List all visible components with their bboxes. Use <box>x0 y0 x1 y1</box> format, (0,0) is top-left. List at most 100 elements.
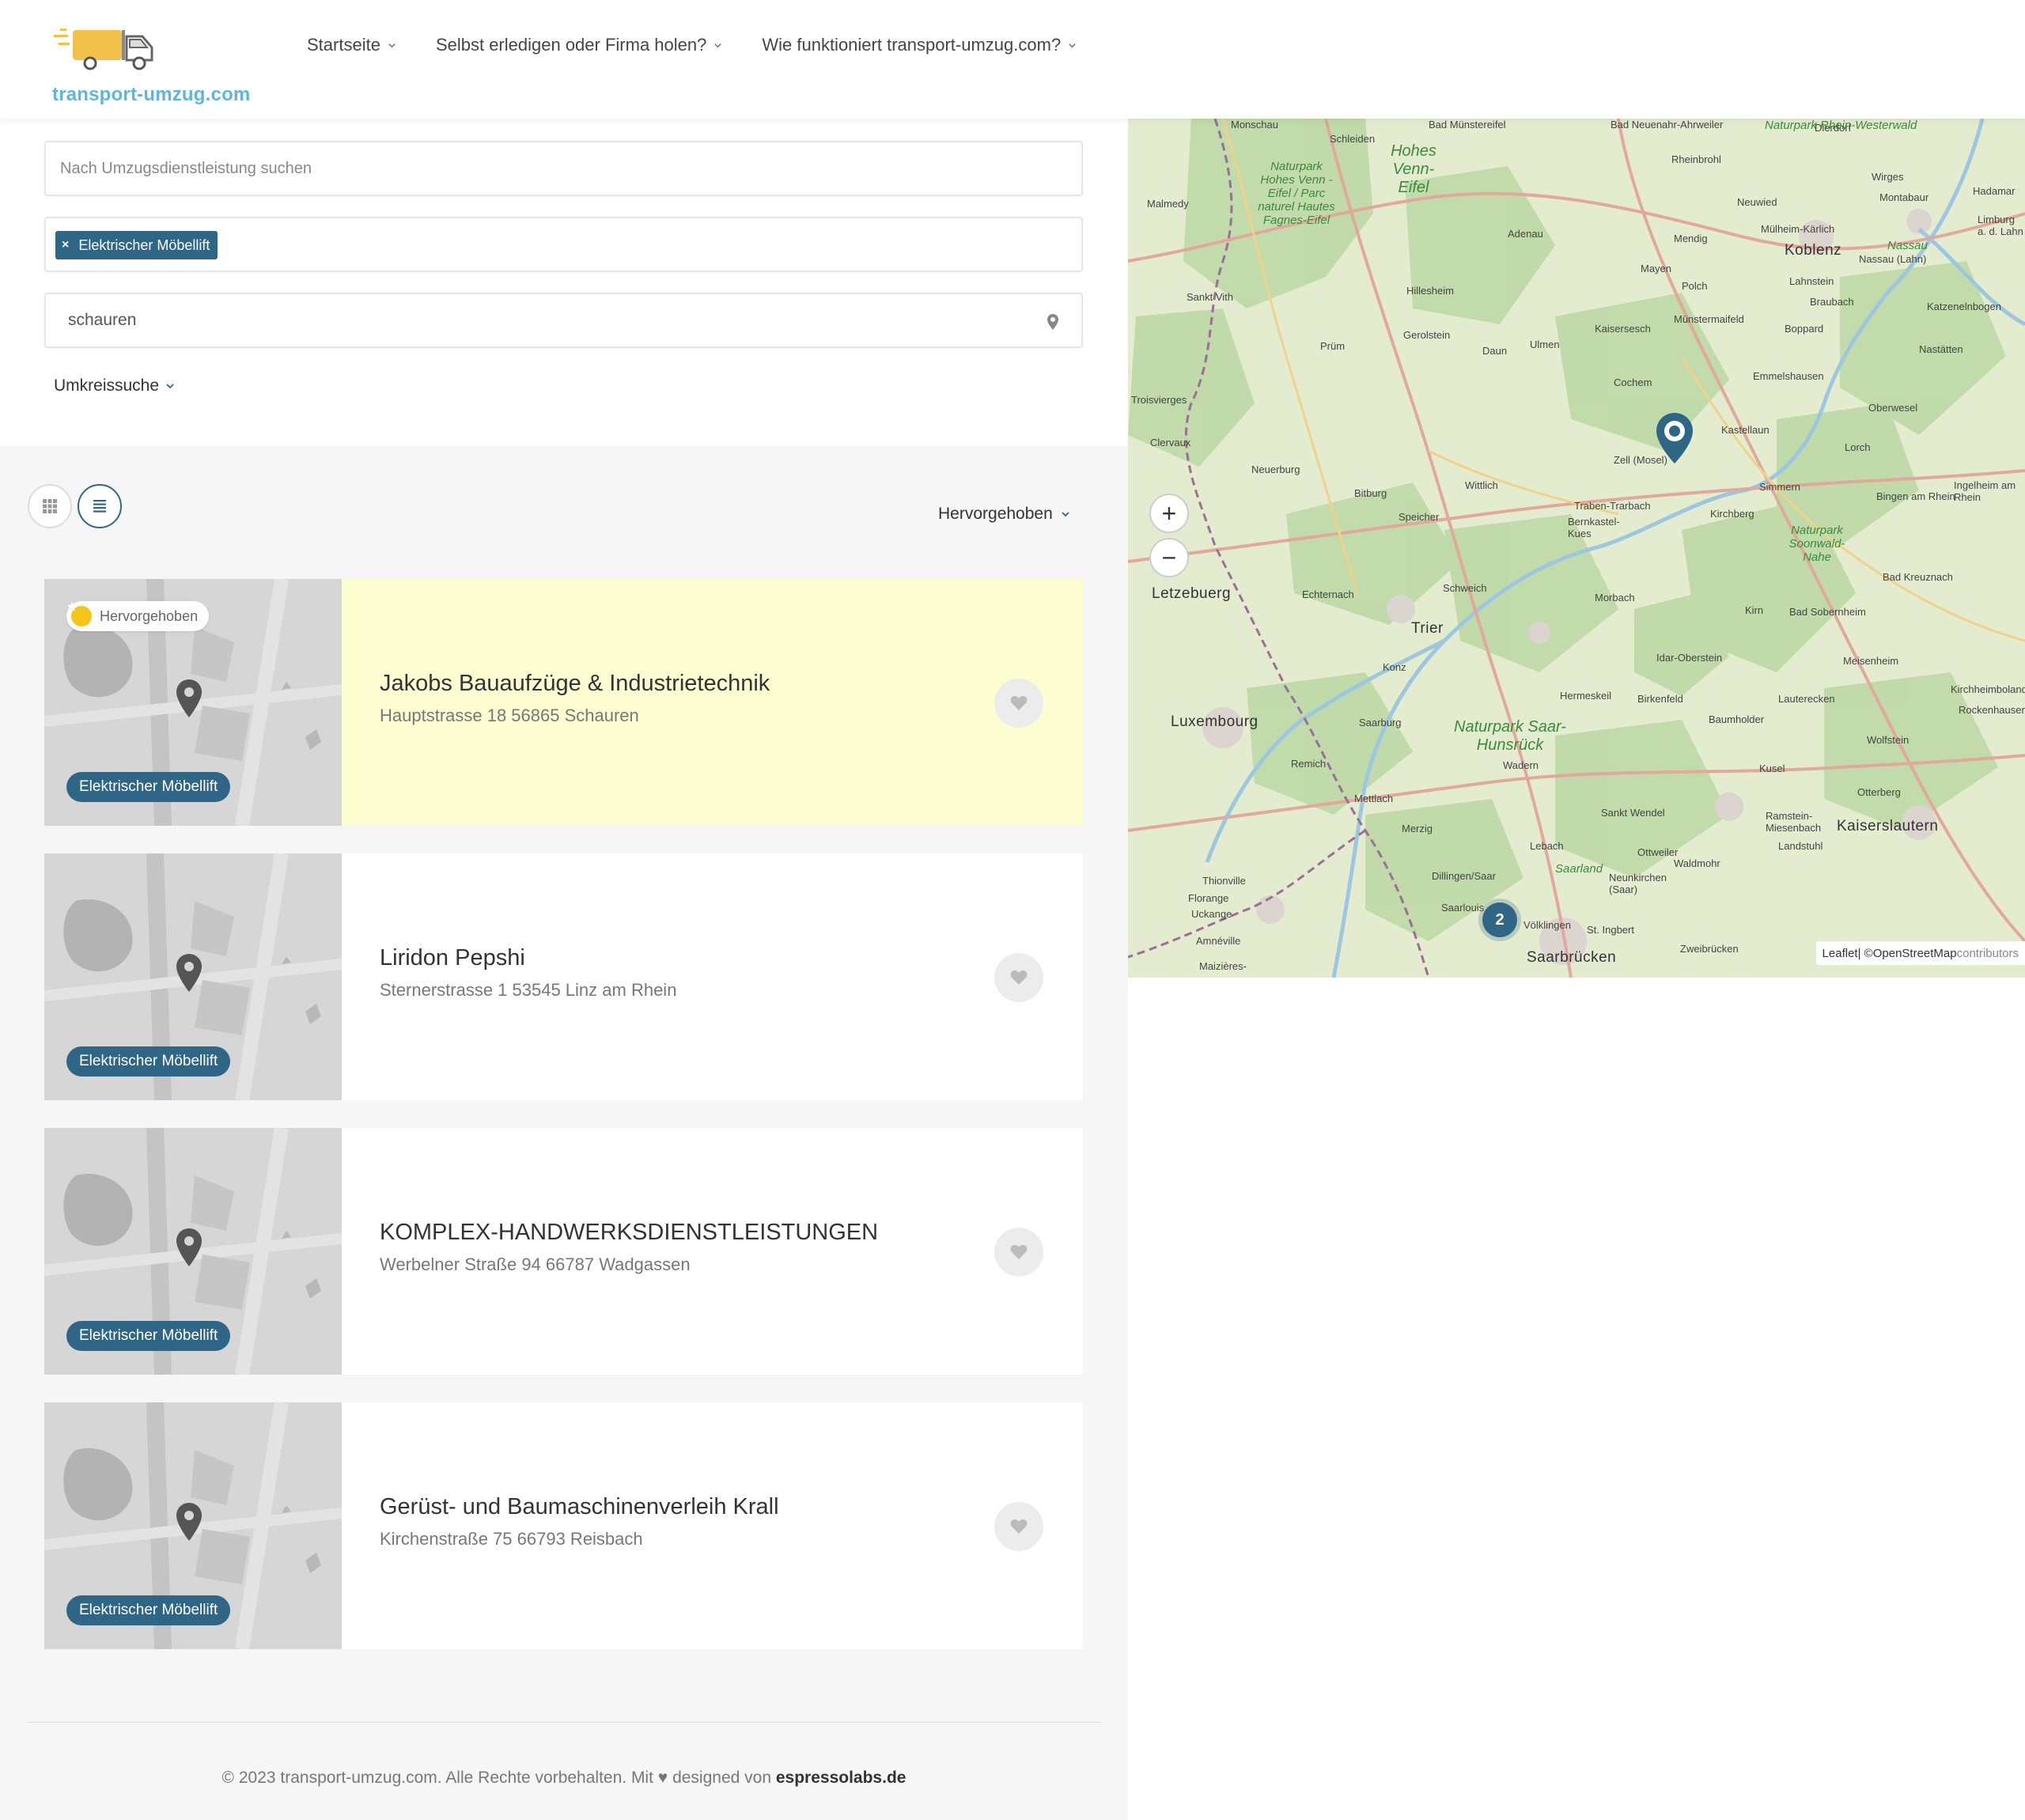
map-label: Dierdorf <box>1815 122 1852 134</box>
map-label: Wittlich <box>1465 479 1498 491</box>
listing-card[interactable]: Hervorgehoben Elektrischer Möbellift Jak… <box>44 579 1083 826</box>
map-label: Monschau <box>1231 119 1278 131</box>
location-input[interactable] <box>46 294 1081 346</box>
map-label: Mendig <box>1674 233 1708 244</box>
cluster-count: 2 <box>1482 902 1517 937</box>
favorite-button[interactable] <box>994 953 1043 1002</box>
main-nav: Startseite Selbst erledigen oder Firma h… <box>307 32 1116 59</box>
map-label: Oberwesel <box>1868 402 1918 414</box>
category-pill[interactable]: Elektrischer Möbellift <box>66 772 231 802</box>
footer-copyright: © 2023 transport-umzug.com. Alle Rechte … <box>221 1769 772 1787</box>
nav-item-wie-funktioniert[interactable]: Wie funktioniert transport-umzug.com? <box>762 32 1077 59</box>
map-label: Ramstein-Miesenbach <box>1766 810 1822 834</box>
map-marker-icon[interactable] <box>1654 411 1695 465</box>
remove-tag-icon[interactable]: × <box>62 238 69 252</box>
map-cluster[interactable]: 2 <box>1478 899 1521 941</box>
list-icon <box>93 500 106 513</box>
listing-address: Sternerstrasse 1 53545 Linz am Rhein <box>380 980 677 1000</box>
map-label: Neuwied <box>1737 196 1777 208</box>
map-label: Maizières- <box>1199 960 1247 972</box>
openstreetmap-link[interactable]: OpenStreetMap <box>1873 947 1957 960</box>
map-label: Echternach <box>1302 588 1354 600</box>
map-label: Emmelshausen <box>1753 370 1824 382</box>
map-label: Ingelheim am Rhein <box>1954 479 2016 503</box>
map-label: Thionville <box>1202 875 1246 887</box>
map-label: Wirges <box>1872 171 1904 183</box>
radius-search-toggle[interactable]: Umkreissuche <box>54 376 175 395</box>
attribution-separator: | © <box>1857 946 1873 960</box>
heart-icon <box>1010 1245 1028 1259</box>
footer-divider <box>28 1722 1100 1723</box>
listing-card[interactable]: Elektrischer Möbellift Liridon Pepshi St… <box>44 853 1083 1100</box>
list-view-button[interactable] <box>78 484 122 528</box>
category-pill[interactable]: Elektrischer Möbellift <box>66 1595 231 1625</box>
map-label: Sankt Wendel <box>1601 807 1665 819</box>
location-pin-icon[interactable] <box>1047 313 1059 331</box>
map-label: Gerolstein <box>1403 329 1451 341</box>
heart-icon <box>1010 696 1028 710</box>
radius-search-label: Umkreissuche <box>54 376 160 395</box>
zoom-out-button[interactable]: − <box>1149 538 1189 577</box>
footer-brand-link[interactable]: espressolabs.de <box>776 1769 907 1787</box>
map-label: Saarburg <box>1359 717 1402 728</box>
map-label: Saarbrücken <box>1527 949 1617 966</box>
featured-badge: Hervorgehoben <box>66 601 210 631</box>
nav-item-label: Selbst erledigen oder Firma holen? <box>435 35 707 55</box>
location-field <box>44 293 1083 348</box>
map-label: Kirn <box>1745 604 1764 616</box>
category-pill[interactable]: Elektrischer Möbellift <box>66 1321 231 1351</box>
favorite-button[interactable] <box>994 679 1043 728</box>
map-label: Kirchheimbolanden <box>1951 683 2025 695</box>
listing-card[interactable]: Elektrischer Möbellift KOMPLEX-HANDWERKS… <box>44 1128 1083 1375</box>
filter-tag-label: Elektrischer Möbellift <box>78 236 210 253</box>
listing-title[interactable]: Gerüst- und Baumaschinenverleih Krall <box>380 1494 779 1520</box>
map-label: Naturpark Saar-Hunsrück <box>1454 718 1566 754</box>
map-label: Baumholder <box>1709 713 1765 725</box>
favorite-button[interactable] <box>994 1502 1043 1551</box>
map-label: Kaisersesch <box>1595 323 1651 335</box>
map-pin-icon <box>176 954 202 992</box>
listing-card[interactable]: Elektrischer Möbellift Gerüst- und Bauma… <box>44 1402 1083 1649</box>
map-label: Katzenelnbogen <box>1927 301 2001 312</box>
listing-map-thumbnail: Hervorgehoben Elektrischer Möbellift <box>44 579 342 826</box>
favorite-button[interactable] <box>994 1228 1043 1277</box>
map-label: Schleiden <box>1330 133 1376 145</box>
map-label: Hillesheim <box>1406 285 1454 297</box>
nav-item-startseite[interactable]: Startseite <box>307 32 396 59</box>
category-filter[interactable]: × Elektrischer Möbellift <box>44 217 1083 272</box>
map-label: Otterberg <box>1857 786 1901 798</box>
map-label: Polch <box>1682 280 1708 292</box>
map-label: Bad Neuenahr-Ahrweiler <box>1611 119 1724 131</box>
category-pill[interactable]: Elektrischer Möbellift <box>66 1046 231 1076</box>
map-label: Waldmohr <box>1674 857 1720 869</box>
map-label: Lebach <box>1530 840 1564 852</box>
grid-icon <box>43 499 57 513</box>
listing-map-thumbnail: Elektrischer Möbellift <box>44 1402 342 1649</box>
map-label: Konz <box>1383 661 1406 673</box>
listing-title[interactable]: Jakobs Bauaufzüge & Industrietechnik <box>380 671 770 697</box>
map-label: Saarland <box>1555 862 1603 876</box>
chevron-down-icon <box>714 43 722 47</box>
map-label: Hadamar <box>1973 185 2016 197</box>
zoom-in-button[interactable]: + <box>1149 494 1189 533</box>
map-label: Idar-Oberstein <box>1656 652 1723 664</box>
listing-title[interactable]: KOMPLEX-HANDWERKSDIENSTLEISTUNGEN <box>380 1220 878 1246</box>
map-label: Montabaur <box>1879 191 1929 203</box>
filter-tag[interactable]: × Elektrischer Möbellift <box>55 231 218 259</box>
attribution-suffix: contributors <box>1956 946 2019 960</box>
listing-body: Jakobs Bauaufzüge & Industrietechnik Hau… <box>342 579 1083 826</box>
nav-item-selbst-oder-firma[interactable]: Selbst erledigen oder Firma holen? <box>436 32 722 59</box>
map-label: Bernkastel-Kues <box>1568 516 1620 539</box>
results-panel: Hervorgehoben Hervorgehoben Elektrischer… <box>0 446 1128 1820</box>
grid-view-button[interactable] <box>28 484 72 528</box>
results-map[interactable]: Monschau Schleiden Bad Münstereifel Bad … <box>1128 119 2025 978</box>
map-label: Mettlach <box>1354 793 1394 804</box>
search-input[interactable] <box>46 142 1081 195</box>
sort-dropdown[interactable]: Hervorgehoben <box>938 505 1070 524</box>
map-label: Hohes Venn-Eifel <box>1391 142 1436 196</box>
heart-icon <box>1010 971 1028 985</box>
leaflet-link[interactable]: Leaflet <box>1822 947 1858 960</box>
listing-title[interactable]: Liridon Pepshi <box>380 945 525 971</box>
map-label: Bad Sobernheim <box>1789 606 1866 618</box>
map-label: Florange <box>1188 892 1229 904</box>
